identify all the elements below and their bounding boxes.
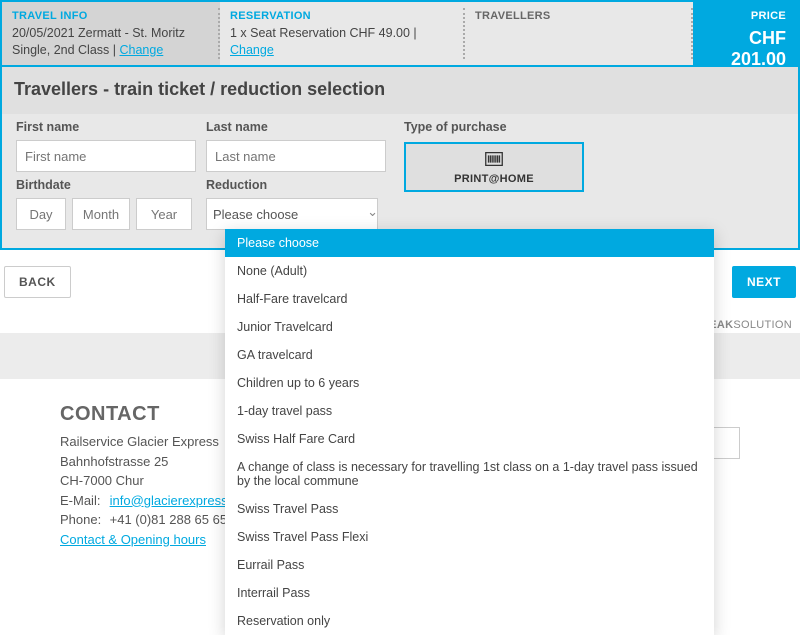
last-name-label: Last name bbox=[206, 120, 386, 134]
reduction-option[interactable]: Swiss Travel Pass Flexi bbox=[225, 523, 714, 551]
travel-info-line1: 20/05/2021 Zermatt - St. Moritz bbox=[12, 25, 210, 42]
reservation-text: 1 x Seat Reservation CHF 49.00 | Change bbox=[230, 25, 455, 59]
contact-street: Bahnhofstrasse 25 bbox=[60, 452, 231, 472]
purchase-type-print-at-home[interactable]: PRINT@HOME bbox=[404, 142, 584, 192]
step-travel-info: TRAVEL INFO 20/05/2021 Zermatt - St. Mor… bbox=[2, 2, 220, 65]
travel-info-change-link[interactable]: Change bbox=[119, 43, 163, 57]
birthdate-year-input[interactable] bbox=[136, 198, 192, 230]
reduction-select[interactable]: Please choose bbox=[206, 198, 378, 230]
step-title: RESERVATION bbox=[230, 10, 455, 22]
barcode-icon bbox=[483, 150, 505, 171]
next-button[interactable]: NEXT bbox=[732, 266, 796, 298]
reduction-dropdown: Please chooseNone (Adult)Half-Fare trave… bbox=[225, 229, 714, 635]
reduction-option[interactable]: Eurrail Pass bbox=[225, 551, 714, 579]
birthdate-day-input[interactable] bbox=[16, 198, 66, 230]
travel-info-line2: Single, 2nd Class | Change bbox=[12, 42, 210, 59]
travellers-section: Travellers - train ticket / reduction se… bbox=[0, 67, 800, 250]
purchase-type-label: Type of purchase bbox=[404, 120, 584, 134]
reduction-option[interactable]: Junior Travelcard bbox=[225, 313, 714, 341]
contact-phone-line: Phone: +41 (0)81 288 65 65 bbox=[60, 510, 231, 530]
reduction-option[interactable]: Swiss Travel Pass bbox=[225, 495, 714, 523]
birthdate-month-input[interactable] bbox=[72, 198, 130, 230]
reduction-option[interactable]: Half-Fare travelcard bbox=[225, 285, 714, 313]
booking-steps: TRAVEL INFO 20/05/2021 Zermatt - St. Mor… bbox=[0, 0, 800, 67]
contact-name: Railservice Glacier Express bbox=[60, 432, 231, 452]
price-value: CHF 201.00 bbox=[703, 28, 786, 70]
reduction-option[interactable]: Interrail Pass bbox=[225, 579, 714, 607]
first-name-label: First name bbox=[16, 120, 196, 134]
step-travellers: TRAVELLERS bbox=[465, 2, 693, 65]
step-reservation: RESERVATION 1 x Seat Reservation CHF 49.… bbox=[220, 2, 465, 65]
reduction-option[interactable]: A change of class is necessary for trave… bbox=[225, 453, 714, 495]
contact-email-line: E-Mail: info@glacierexpress. bbox=[60, 491, 231, 511]
section-heading: Travellers - train ticket / reduction se… bbox=[2, 67, 798, 114]
contact-hours-link[interactable]: Contact & Opening hours bbox=[60, 532, 206, 547]
reduction-option[interactable]: Reservation only bbox=[225, 607, 714, 635]
step-price: PRICE CHF 201.00 bbox=[693, 2, 798, 65]
reduction-option[interactable]: None (Adult) bbox=[225, 257, 714, 285]
back-button[interactable]: BACK bbox=[4, 266, 71, 298]
last-name-input[interactable] bbox=[206, 140, 386, 172]
reduction-label: Reduction bbox=[206, 178, 386, 192]
first-name-input[interactable] bbox=[16, 140, 196, 172]
reduction-option[interactable]: GA travelcard bbox=[225, 341, 714, 369]
contact-city: CH-7000 Chur bbox=[60, 471, 231, 491]
purchase-type-option-label: PRINT@HOME bbox=[454, 173, 534, 185]
step-title: TRAVELLERS bbox=[475, 10, 683, 22]
reservation-change-link[interactable]: Change bbox=[230, 43, 274, 57]
reduction-option[interactable]: Please choose bbox=[225, 229, 714, 257]
contact-phone: +41 (0)81 288 65 65 bbox=[110, 512, 227, 527]
step-title: PRICE bbox=[703, 10, 786, 22]
contact-email-link[interactable]: info@glacierexpress. bbox=[110, 493, 232, 508]
birthdate-label: Birthdate bbox=[16, 178, 196, 192]
step-title: TRAVEL INFO bbox=[12, 10, 210, 22]
contact-heading: CONTACT bbox=[60, 403, 231, 426]
reduction-option[interactable]: Swiss Half Fare Card bbox=[225, 425, 714, 453]
reduction-option[interactable]: Children up to 6 years bbox=[225, 369, 714, 397]
reduction-option[interactable]: 1-day travel pass bbox=[225, 397, 714, 425]
